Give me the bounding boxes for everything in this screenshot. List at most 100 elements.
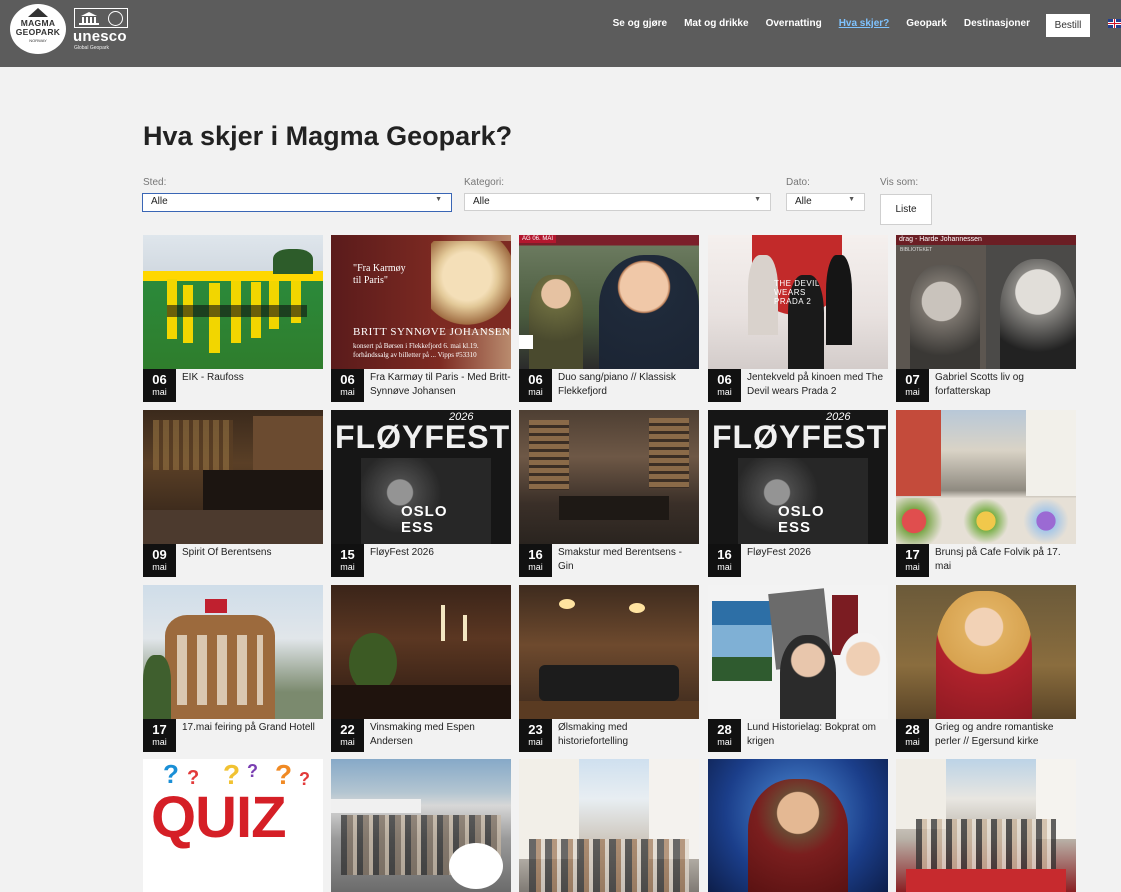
event-date-badge: 16 mai bbox=[519, 544, 552, 577]
floyfest-wordmark: FLØYFEST bbox=[335, 419, 511, 455]
nav-overnatting[interactable]: Overnatting bbox=[766, 18, 822, 30]
event-image: FLØYFEST 2026 OSLO ESS bbox=[331, 410, 511, 544]
event-title: Lund Historielag: Bokprat om krigen bbox=[747, 722, 876, 747]
event-date-badge: 28 mai bbox=[896, 719, 929, 752]
event-image bbox=[519, 585, 699, 719]
kategori-label: Kategori: bbox=[464, 177, 505, 188]
logo-line2: GEOPARK bbox=[15, 27, 61, 37]
chevron-down-icon: ▼ bbox=[848, 196, 855, 203]
event-card[interactable]: 28 mai Lund Historielag: Bokprat om krige… bbox=[708, 585, 888, 752]
event-image bbox=[331, 759, 511, 892]
logo-line3: NORWAY bbox=[29, 38, 47, 43]
event-image: FLØYFEST 2026 OSLO ESS bbox=[708, 410, 888, 544]
event-title: 17.mai feiring på Grand Hotell bbox=[182, 722, 315, 733]
event-image bbox=[896, 410, 1076, 544]
chevron-down-icon: ▼ bbox=[435, 196, 442, 203]
sted-select-value: Alle bbox=[151, 196, 168, 207]
floyfest-year: 2026 bbox=[449, 411, 474, 423]
event-image: "Fra Karmøy til Paris" BRITT SYNNØVE JOH… bbox=[331, 235, 511, 369]
event-title: Grieg og andre romantiske perler // Eger… bbox=[935, 722, 1054, 747]
event-image bbox=[896, 585, 1076, 719]
event-image bbox=[143, 235, 323, 369]
event-image bbox=[519, 759, 699, 892]
event-image bbox=[708, 585, 888, 719]
event-card[interactable]: 17 mai 17.mai feiring på Grand Hotell bbox=[143, 585, 323, 752]
nav-mat-og-drikke[interactable]: Mat og drikke bbox=[684, 18, 748, 30]
sted-select[interactable]: Alle ▼ bbox=[142, 193, 452, 212]
event-image bbox=[331, 585, 511, 719]
event-card[interactable]: "Fra Karmøy til Paris" BRITT SYNNØVE JOH… bbox=[331, 235, 511, 402]
devil-title-overlay: THE DEVIL WEARS PRADA 2 bbox=[774, 279, 820, 306]
dato-select[interactable]: Alle ▼ bbox=[786, 193, 865, 211]
event-card[interactable] bbox=[331, 759, 511, 892]
event-date-badge: 06 mai bbox=[143, 369, 176, 402]
event-card[interactable] bbox=[519, 759, 699, 892]
event-date-badge: 06 mai bbox=[519, 369, 552, 402]
event-date-badge: 16 mai bbox=[708, 544, 741, 577]
event-date-badge: 28 mai bbox=[708, 719, 741, 752]
event-title: Ølsmaking med historiefortelling bbox=[558, 722, 629, 747]
bestill-button[interactable]: Bestill bbox=[1046, 14, 1090, 37]
event-title: Spirit Of Berentsens bbox=[182, 547, 272, 558]
event-image bbox=[708, 759, 888, 892]
unesco-emblem-icon bbox=[74, 8, 128, 28]
gabriel-sub: BIBLIOTEKET bbox=[900, 247, 933, 253]
floyfest-act: OSLO ESS bbox=[778, 503, 825, 536]
duo-banner: AG 06. MAI bbox=[519, 235, 557, 243]
event-date-badge: 06 mai bbox=[708, 369, 741, 402]
event-title: EIK - Raufoss bbox=[182, 372, 244, 383]
event-date-badge: 17 mai bbox=[143, 719, 176, 752]
event-card[interactable]: 16 mai Smakstur med Berentsens - Gin bbox=[519, 410, 699, 577]
event-card[interactable]: 28 mai Grieg og andre romantiske perler /… bbox=[896, 585, 1076, 752]
karmoy-info: konsert på Børsen i Flekkefjord 6. mai k… bbox=[353, 342, 479, 359]
event-title: Vinsmaking med Espen Andersen bbox=[370, 722, 475, 747]
event-card[interactable] bbox=[896, 759, 1076, 892]
karmoy-quote: "Fra Karmøy til Paris" bbox=[353, 263, 406, 286]
event-card[interactable]: 22 mai Vinsmaking med Espen Andersen bbox=[331, 585, 511, 752]
event-date-badge: 22 mai bbox=[331, 719, 364, 752]
event-image: ? ? ? ? ? ? QUIZ bbox=[143, 759, 323, 892]
event-card[interactable]: 06 mai EIK - Raufoss bbox=[143, 235, 323, 402]
event-date-badge: 06 mai bbox=[331, 369, 364, 402]
event-date-badge: 09 mai bbox=[143, 544, 176, 577]
event-card[interactable] bbox=[708, 759, 888, 892]
event-card[interactable]: THE DEVIL WEARS PRADA 2 06 mai Jentekveld… bbox=[708, 235, 888, 402]
event-image bbox=[143, 585, 323, 719]
event-card[interactable]: ? ? ? ? ? ? QUIZ bbox=[143, 759, 323, 892]
uk-flag-icon[interactable] bbox=[1108, 19, 1121, 28]
event-date-badge: 17 mai bbox=[896, 544, 929, 577]
magma-geopark-logo[interactable]: MAGMA GEOPARK NORWAY bbox=[10, 4, 66, 54]
event-image: THE DEVIL WEARS PRADA 2 bbox=[708, 235, 888, 369]
event-date-badge: 23 mai bbox=[519, 719, 552, 752]
quiz-wordmark: QUIZ bbox=[151, 785, 287, 850]
event-date-badge: 07 mai bbox=[896, 369, 929, 402]
event-card[interactable]: FLØYFEST 2026 OSLO ESS 16 mai FløyFest 20… bbox=[708, 410, 888, 577]
event-card[interactable]: drag - Harde Johannessen BIBLIOTEKET 07 m… bbox=[896, 235, 1076, 402]
event-title: FløyFest 2026 bbox=[370, 547, 434, 558]
dato-label: Dato: bbox=[786, 177, 810, 188]
event-image bbox=[143, 410, 323, 544]
event-card[interactable]: AG 06. MAI 06 mai Duo sang/piano // Klass… bbox=[519, 235, 699, 402]
event-card[interactable]: 09 mai Spirit Of Berentsens bbox=[143, 410, 323, 577]
event-title: FløyFest 2026 bbox=[747, 547, 811, 558]
event-image bbox=[519, 410, 699, 544]
event-card[interactable]: 17 mai Brunsj på Cafe Folvik på 17. mai bbox=[896, 410, 1076, 577]
site-header: MAGMA GEOPARK NORWAY unesco Global Geopa… bbox=[0, 0, 1121, 67]
vis-som-label: Vis som: bbox=[880, 177, 919, 188]
liste-view-button[interactable]: Liste bbox=[880, 194, 932, 225]
page-title: Hva skjer i Magma Geopark? bbox=[143, 121, 513, 151]
event-card[interactable]: FLØYFEST 2026 OSLO ESS 15 mai FløyFest 20… bbox=[331, 410, 511, 577]
nav-destinasjoner[interactable]: Destinasjoner bbox=[964, 18, 1030, 30]
unesco-logo-text: unesco bbox=[73, 28, 127, 45]
kategori-select[interactable]: Alle ▼ bbox=[464, 193, 771, 211]
karmoy-artist: BRITT SYNNØVE JOHANSEN bbox=[353, 326, 511, 338]
sted-label: Sted: bbox=[143, 177, 167, 188]
nav-hva-skjer[interactable]: Hva skjer? bbox=[839, 18, 890, 30]
event-title: Jentekveld på kinoen med The Devil wears… bbox=[747, 372, 884, 397]
floyfest-wordmark: FLØYFEST bbox=[712, 419, 888, 455]
nav-geopark[interactable]: Geopark bbox=[906, 18, 947, 30]
nav-se-og-gjore[interactable]: Se og gjøre bbox=[613, 18, 667, 30]
event-image: AG 06. MAI bbox=[519, 235, 699, 369]
event-card[interactable]: 23 mai Ølsmaking med historiefortelling bbox=[519, 585, 699, 752]
gabriel-banner: drag - Harde Johannessen bbox=[896, 235, 1076, 245]
